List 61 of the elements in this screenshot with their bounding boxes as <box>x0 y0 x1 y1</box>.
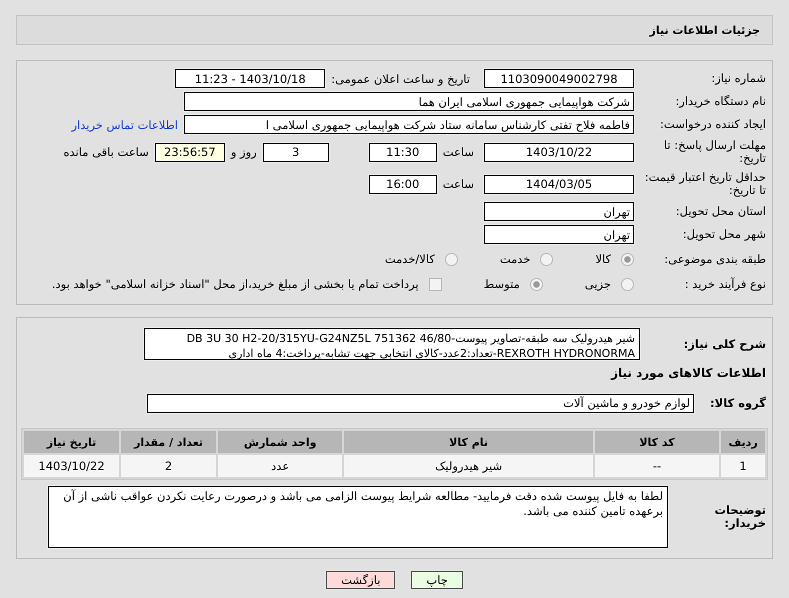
deadline-date-field: 1403/10/22 <box>484 142 634 162</box>
radio-button[interactable] <box>444 252 458 266</box>
column-header: تاریخ نیاز <box>24 431 120 453</box>
print-button[interactable]: چاپ <box>411 571 463 589</box>
radio-label: خدمت <box>500 252 530 266</box>
announce-date-field: 1403/10/18 - 11:23 <box>175 69 326 88</box>
checkbox-label: پرداخت تمام یا بخشی از مبلغ خرید،از محل "اسناد خزانه اسلامی" خواهد بود. <box>52 277 419 291</box>
radio-button[interactable] <box>621 252 634 266</box>
field-label: نام دستگاه خریدار: <box>674 95 767 108</box>
need-number-field: 1103090049002798 <box>484 69 634 88</box>
checkbox[interactable] <box>428 278 442 290</box>
field-label: شهر محل تحویل: <box>682 228 767 241</box>
table-cell: 1403/10/22 <box>24 455 120 477</box>
field-label: تاریخ و ساعت اعلان عمومی: <box>331 72 470 86</box>
column-header: واحد شمارش <box>218 431 342 453</box>
field-label: ایجاد کننده درخواست: <box>659 118 767 131</box>
radio-button[interactable] <box>621 278 634 290</box>
field-label: توضیحات خریدار: <box>714 504 767 530</box>
goods-group-field: لوازم خودرو و ماشین آلات <box>147 394 694 412</box>
column-header: ردیف <box>721 431 765 453</box>
table-cell: 1 <box>721 455 765 477</box>
contact-link[interactable]: اطلاعات تماس خریدار <box>71 118 178 132</box>
radio-label: متوسط <box>484 277 520 291</box>
radio-label: کالا/خدمت <box>384 252 435 266</box>
field-label: شماره نیاز: <box>710 72 767 85</box>
field-label: گروه کالا: <box>709 396 767 410</box>
table-cell: عدد <box>218 455 342 477</box>
section-title: اطلاعات کالاهای مورد نیاز <box>610 365 767 382</box>
city-field: تهران <box>484 225 634 244</box>
field-label: ساعت <box>442 145 474 159</box>
field-label: شرح کلی نیاز: <box>682 338 767 350</box>
field-label: مهلت ارسال پاسخ: تا تاریخ: <box>662 139 767 165</box>
back-button[interactable]: بازگشت <box>326 571 396 589</box>
field-label: روز و <box>230 145 257 159</box>
radio-label: کالا <box>595 252 611 266</box>
validity-time-field: 16:00 <box>368 174 437 194</box>
buyer-notes-field: لطفا به فایل پیوست شده دقت فرمایید- مطالعه شرایط پیوست الزامی می باشد و درصورت رعایت نکردن عواقب ناشی از آن برعهده تامین کننده می باشد. <box>48 486 668 548</box>
field-label: حداقل تاریخ اعتبار قیمت: تا تاریخ: <box>644 171 767 197</box>
province-field: تهران <box>484 202 634 221</box>
table-cell: شیر هیدرولیک <box>344 455 593 477</box>
radio-button[interactable] <box>530 278 543 290</box>
column-header: نام کالا <box>344 431 593 453</box>
field-label: ساعت باقی مانده <box>64 145 149 159</box>
description-field: شیر هیدرولیک سه طبقه-تصاویر پیوست-DB 3U 30 H2-20/315YU-G24NZ5L 751362 46/80 REXROTH HYDRONORMA-تعداد:2عدد-کالای انتخابی جهت تشابه-پرداخت:4 ماه اداری <box>144 328 640 360</box>
field-label: طبقه بندی موضوعی: <box>663 252 767 266</box>
deadline-time-field: 11:30 <box>368 142 437 162</box>
field-label: ساعت <box>442 177 474 191</box>
buyer-field: شرکت هواپیمایی جمهوری اسلامی ایران هما <box>184 92 634 111</box>
remaining-time-field: 23:56:57 <box>154 142 225 162</box>
creator-field: فاطمه فلاح تفتی کارشناس سامانه ستاد شرکت هواپیمایی جمهوری اسلامی ا <box>184 115 634 134</box>
table-cell: -- <box>594 455 720 477</box>
days-field: 3 <box>262 142 329 162</box>
radio-label: جزیی <box>584 277 611 291</box>
radio-button[interactable] <box>540 252 554 266</box>
table-cell: 2 <box>121 455 216 477</box>
validity-date-field: 1404/03/05 <box>484 174 634 194</box>
field-label: نوع فرآیند خرید : <box>684 278 767 290</box>
page-title: جزئیات اطلاعات نیاز <box>16 15 773 45</box>
column-header: کد کالا <box>594 431 720 453</box>
field-label: استان محل تحویل: <box>674 205 767 218</box>
column-header: تعداد / مقدار <box>121 431 216 453</box>
